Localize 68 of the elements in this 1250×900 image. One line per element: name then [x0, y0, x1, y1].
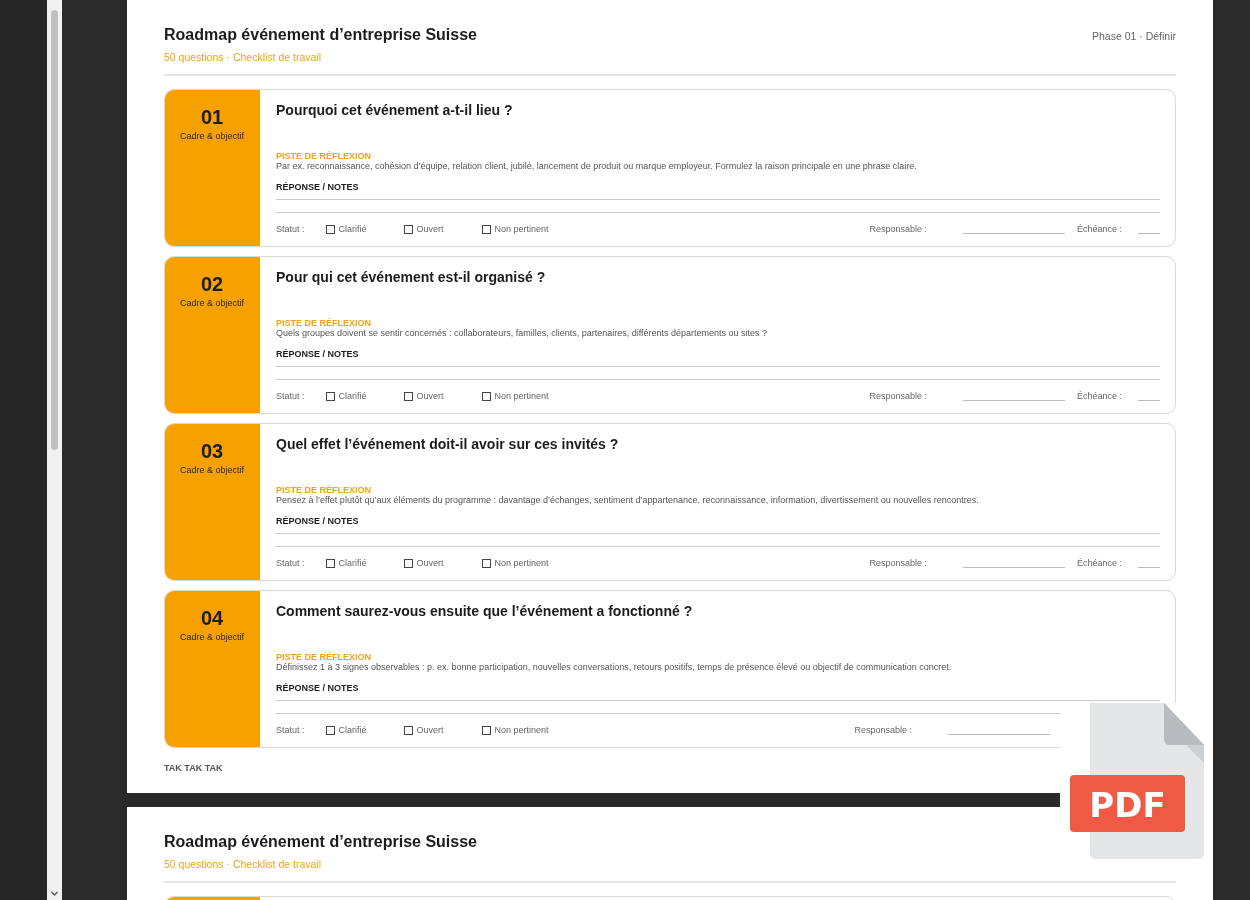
- checkbox[interactable]: [325, 224, 335, 234]
- checkbox-label: Non pertinent: [494, 558, 549, 568]
- checkbox-label: Clarifié: [338, 558, 368, 568]
- hint-label: PISTE DE RÉFLEXION: [276, 485, 371, 495]
- checkbox[interactable]: [325, 725, 335, 735]
- hint-text: Définissez 1 à 3 signes observables : p. ex. bonne participation, nouvelles conversations, retours positifs, temps de présence élevé ou objectif de communication concret.: [276, 662, 953, 672]
- hint-text: Par ex. reconnaissance, cohésion d’équipe, relation client, jubilé, lancement de produit ou marque employeur. Formulez la raison principale en une phrase claire.: [276, 161, 918, 171]
- checkbox[interactable]: [325, 391, 335, 401]
- hint-text: Quels groupes doivent se sentir concernés : collaborateurs, familles, clients, partenaires, différents départements ou sites ?: [276, 328, 769, 338]
- page-subtitle: 50 questions · Checklist de travail: [164, 858, 321, 870]
- checkbox-label: Clarifié: [338, 224, 368, 234]
- due-label: Échéance :: [1076, 224, 1122, 234]
- question-text: Comment saurez-vous ensuite que l’événement a fonctionné ?: [276, 603, 694, 619]
- owner-label: Responsable :: [869, 391, 927, 401]
- answer-label: RÉPONSE / NOTES: [276, 349, 359, 359]
- question-text: Quel effet l’événement doit-il avoir sur ces invités ?: [276, 436, 620, 452]
- category-label: Cadre & objectif: [179, 465, 244, 475]
- checkbox-label: Clarifié: [338, 725, 368, 735]
- hint-text: Pensez à l’effet plutôt qu’aux éléments du programme : davantage d’échanges, sentiment d’appartenance, reconnaissance, information, divertissement ou nouvelles rencontres.: [276, 495, 980, 505]
- footer-text: TAK TAK TAK: [164, 763, 224, 773]
- hint-label: PISTE DE RÉFLEXION: [276, 318, 371, 328]
- status-label: Statut :: [276, 391, 305, 401]
- question-number: 04: [200, 607, 224, 630]
- checkbox-label: Ouvert: [416, 224, 445, 234]
- page-subtitle: 50 questions · Checklist de travail: [164, 51, 321, 63]
- checkbox[interactable]: [403, 725, 413, 735]
- hint-label: PISTE DE RÉFLEXION: [276, 151, 371, 161]
- page-title: Roadmap événement d’entreprise Suisse: [164, 26, 477, 44]
- checkbox-label: Ouvert: [416, 725, 445, 735]
- owner-label: Responsable :: [869, 558, 927, 568]
- question-number: 03: [200, 440, 224, 463]
- checkbox[interactable]: [403, 224, 413, 234]
- scrollbar-thumb[interactable]: [51, 10, 58, 450]
- owner-label: Responsable :: [869, 224, 927, 234]
- answer-label: RÉPONSE / NOTES: [276, 683, 359, 693]
- chevron-down-icon[interactable]: [50, 889, 59, 898]
- category-label: Cadre & objectif: [179, 131, 244, 141]
- scrollbar[interactable]: [47, 0, 62, 900]
- category-label: Cadre & objectif: [179, 632, 244, 642]
- question-number: 01: [200, 106, 224, 129]
- checkbox[interactable]: [481, 224, 491, 234]
- owner-label: Responsable :: [854, 725, 912, 735]
- checkbox-label: Clarifié: [338, 391, 368, 401]
- answer-label: RÉPONSE / NOTES: [276, 182, 359, 192]
- hint-label: PISTE DE RÉFLEXION: [276, 652, 371, 662]
- category-label: Cadre & objectif: [179, 298, 244, 308]
- status-label: Statut :: [276, 558, 305, 568]
- checkbox[interactable]: [325, 558, 335, 568]
- due-label: Échéance :: [1076, 391, 1122, 401]
- due-label: Échéance :: [1076, 558, 1122, 568]
- phase-label: Phase 01 · Définir: [1091, 30, 1176, 42]
- answer-label: RÉPONSE / NOTES: [276, 516, 359, 526]
- question-text: Pourquoi cet événement a-t-il lieu ?: [276, 102, 514, 118]
- checkbox[interactable]: [403, 558, 413, 568]
- checkbox-label: Non pertinent: [494, 725, 549, 735]
- page-title: Roadmap événement d’entreprise Suisse: [164, 833, 477, 851]
- checkbox-label: Non pertinent: [494, 224, 549, 234]
- checkbox[interactable]: [481, 725, 491, 735]
- checkbox[interactable]: [403, 391, 413, 401]
- checkbox-label: Ouvert: [416, 391, 445, 401]
- status-label: Statut :: [276, 224, 305, 234]
- checkbox[interactable]: [481, 391, 491, 401]
- question-text: Pour qui cet événement est-il organisé ?: [276, 269, 547, 285]
- checkbox-label: Non pertinent: [494, 391, 549, 401]
- status-label: Statut :: [276, 725, 305, 735]
- checkbox-label: Ouvert: [416, 558, 445, 568]
- checkbox[interactable]: [481, 558, 491, 568]
- question-number: 02: [200, 273, 224, 296]
